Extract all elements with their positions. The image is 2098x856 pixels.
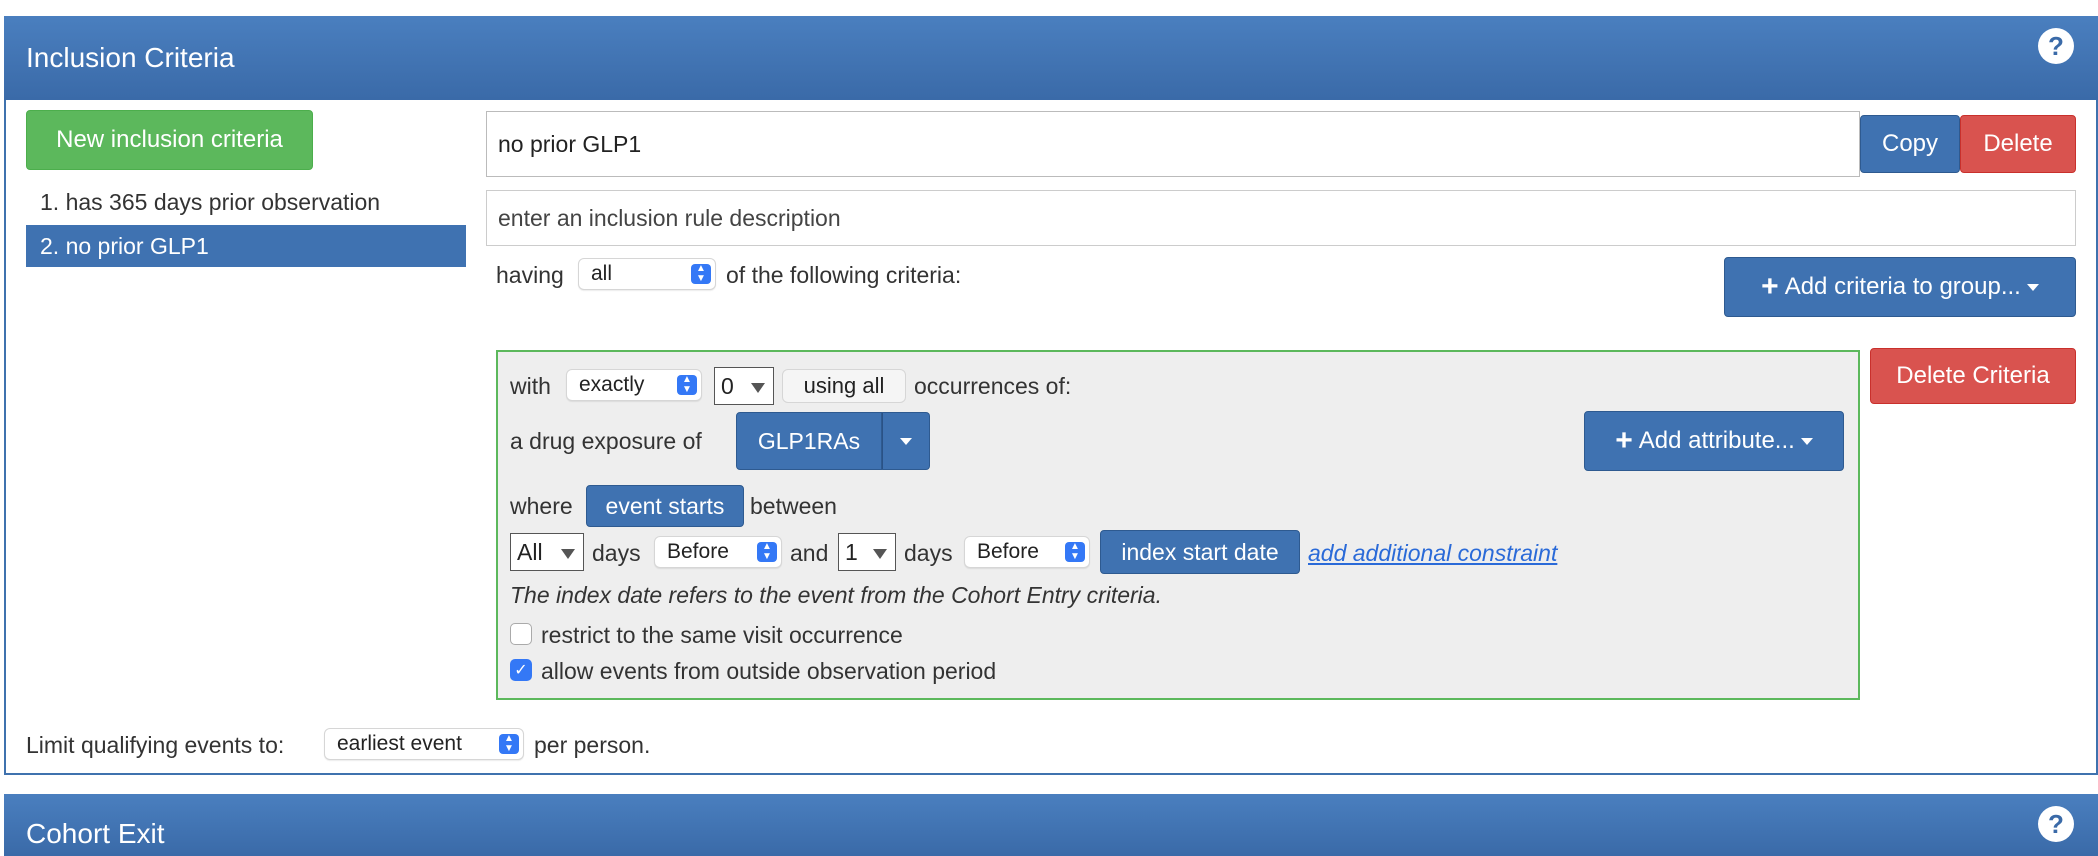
select-arrows-icon: ▲ ▼ (499, 734, 519, 754)
occurrence-count-combo[interactable]: 0 (714, 367, 774, 405)
following-criteria-label: of the following criteria: (726, 262, 962, 288)
caret-down-icon (900, 437, 912, 445)
add-criteria-label: Add criteria to group... (1784, 273, 2021, 300)
caret-down-icon (1800, 437, 1813, 445)
rule-list-item[interactable]: 1. has 365 days prior observation (26, 181, 466, 223)
select-arrows-icon: ▲ ▼ (691, 264, 711, 284)
occurrence-type-value: exactly (579, 373, 645, 396)
new-inclusion-criteria-button[interactable]: New inclusion criteria (26, 110, 313, 170)
limit-events-value: earliest event (337, 732, 462, 755)
from-days-value: All (517, 538, 543, 565)
copy-button[interactable]: Copy (1860, 115, 1960, 173)
to-days-value: 1 (845, 538, 858, 565)
event-starts-button[interactable]: event starts (586, 485, 744, 527)
allow-outside-label: allow events from outside observation pe… (541, 658, 997, 684)
index-start-date-button[interactable]: index start date (1100, 530, 1300, 574)
rule-list-item-active[interactable]: 2. no prior GLP1 (26, 225, 466, 267)
allow-outside-checkbox[interactable]: ✓ (510, 659, 532, 681)
index-date-note: The index date refers to the event from … (510, 582, 1162, 608)
limit-qualifying-label: Limit qualifying events to: (26, 732, 285, 758)
select-arrows-icon: ▲ ▼ (677, 375, 697, 395)
rule-name-input[interactable]: no prior GLP1 (486, 111, 1860, 177)
inclusion-criteria-header: Inclusion Criteria ? (4, 16, 2098, 100)
plus-icon: + (1615, 424, 1633, 457)
restrict-visit-label: restrict to the same visit occurrence (541, 622, 903, 648)
having-select-value: all (591, 262, 613, 285)
and-label: and (790, 540, 829, 566)
drug-exposure-label: a drug exposure of (510, 428, 702, 454)
from-direction-value: Before (667, 540, 729, 563)
occurrence-count-value: 0 (721, 372, 734, 399)
add-criteria-to-group-button[interactable]: + Add criteria to group... (1724, 257, 2076, 317)
add-attribute-button[interactable]: + Add attribute... (1584, 411, 1844, 471)
help-icon[interactable]: ? (2038, 806, 2074, 842)
rule-label: no prior GLP1 (65, 233, 209, 259)
occurrences-label: occurrences of: (914, 373, 1072, 399)
per-person-label: per person. (534, 732, 651, 758)
add-attribute-label: Add attribute... (1638, 427, 1795, 454)
panel-title: Cohort Exit (26, 818, 165, 849)
between-label: between (750, 493, 837, 519)
limit-events-select[interactable]: earliest event ▲ ▼ (324, 728, 524, 760)
dropdown-triangle-icon (561, 549, 575, 559)
with-label: with (510, 373, 551, 399)
occurrence-type-select[interactable]: exactly ▲ ▼ (566, 369, 702, 401)
panel-title: Inclusion Criteria (26, 42, 235, 73)
rule-number: 2. (40, 233, 60, 259)
plus-icon: + (1761, 270, 1779, 303)
having-label: having (496, 262, 564, 288)
to-direction-select[interactable]: Before ▲ ▼ (964, 536, 1090, 568)
help-icon[interactable]: ? (2038, 28, 2074, 64)
add-additional-constraint-link[interactable]: add additional constraint (1308, 540, 1557, 567)
where-label: where (510, 493, 573, 519)
concept-set-dropdown-button[interactable] (882, 412, 930, 470)
having-select[interactable]: all ▲ ▼ (578, 258, 716, 290)
from-direction-select[interactable]: Before ▲ ▼ (654, 536, 782, 568)
from-days-combo[interactable]: All (510, 533, 584, 571)
days-label: days (592, 540, 641, 566)
cohort-exit-header: Cohort Exit ? (4, 794, 2098, 856)
caret-down-icon (2026, 283, 2039, 291)
select-arrows-icon: ▲ ▼ (1065, 542, 1085, 562)
concept-set-button[interactable]: GLP1RAs (736, 412, 882, 470)
dropdown-triangle-icon (751, 383, 765, 393)
days-label: days (904, 540, 953, 566)
check-icon: ✓ (514, 662, 528, 679)
delete-criteria-button[interactable]: Delete Criteria (1870, 348, 2076, 404)
to-days-combo[interactable]: 1 (838, 533, 896, 571)
restrict-visit-checkbox[interactable] (510, 623, 532, 645)
rule-label: has 365 days prior observation (65, 189, 381, 215)
delete-button[interactable]: Delete (1960, 115, 2076, 173)
using-all-button[interactable]: using all (782, 369, 906, 403)
rule-number: 1. (40, 189, 60, 215)
dropdown-triangle-icon (873, 549, 887, 559)
to-direction-value: Before (977, 540, 1039, 563)
rule-description-input[interactable]: enter an inclusion rule description (486, 190, 2076, 246)
select-arrows-icon: ▲ ▼ (757, 542, 777, 562)
